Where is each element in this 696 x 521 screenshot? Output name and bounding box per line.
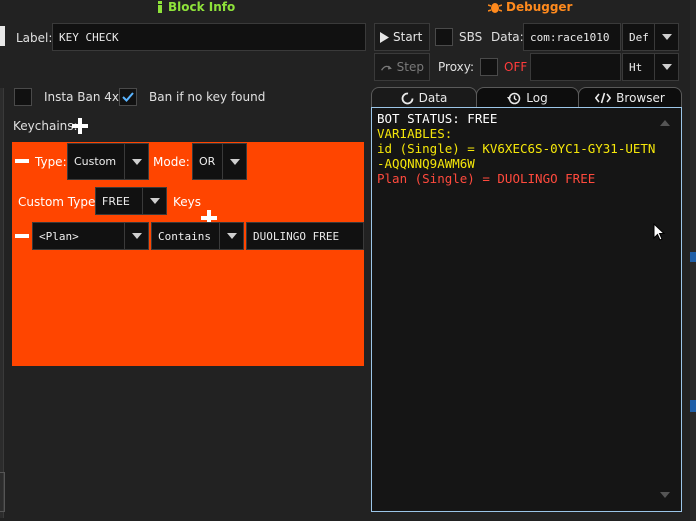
chevron-down-icon bbox=[124, 144, 148, 179]
type-select[interactable]: Custom bbox=[67, 143, 149, 180]
chevron-down-icon bbox=[654, 54, 678, 80]
tab-browser[interactable]: Browser bbox=[578, 87, 682, 108]
block-info-header: Block Info bbox=[156, 0, 235, 14]
bug-icon bbox=[488, 2, 502, 13]
mode-label: Mode: bbox=[153, 155, 190, 169]
data-input[interactable]: com:race1010 bbox=[523, 23, 621, 51]
proxy-type-select[interactable]: Ht bbox=[622, 53, 679, 81]
left-edge-frame bbox=[0, 88, 4, 518]
debugger-header: Debugger bbox=[488, 0, 572, 14]
left-scroll-box bbox=[0, 472, 5, 512]
type-value: Custom bbox=[74, 155, 117, 168]
proxy-checkbox[interactable] bbox=[480, 58, 498, 76]
custom-type-value: FREE bbox=[102, 194, 130, 208]
key-condition-select[interactable]: Contains bbox=[151, 222, 244, 250]
proxy-label: Proxy: bbox=[438, 60, 475, 74]
play-icon bbox=[380, 31, 389, 43]
insta-ban-checkbox[interactable] bbox=[14, 88, 32, 106]
chevron-down-icon bbox=[222, 144, 246, 179]
scroll-down-icon[interactable] bbox=[660, 492, 670, 498]
right-edge-marker bbox=[690, 252, 696, 262]
key-left-select[interactable]: <Plan> bbox=[32, 222, 149, 250]
label-input[interactable]: KEY CHECK bbox=[52, 23, 366, 51]
checkmark-icon bbox=[122, 92, 134, 102]
right-edge-marker-2 bbox=[690, 400, 696, 412]
custom-type-select[interactable]: FREE bbox=[95, 187, 167, 215]
mode-select[interactable]: OR bbox=[192, 143, 247, 180]
proxy-input[interactable] bbox=[530, 53, 621, 81]
data-label: Data: bbox=[491, 30, 524, 44]
chevron-down-icon bbox=[219, 223, 243, 249]
ban-no-key-label: Ban if no key found bbox=[149, 90, 266, 104]
step-icon bbox=[381, 65, 392, 71]
variable-plan-line: Plan (Single) = DUOLINGO FREE bbox=[377, 171, 596, 186]
info-icon bbox=[158, 1, 162, 13]
tab-data[interactable]: Data bbox=[371, 87, 477, 108]
mode-value: OR bbox=[199, 155, 216, 168]
chevron-down-icon bbox=[654, 24, 678, 50]
step-button[interactable]: Step bbox=[374, 53, 430, 81]
proxy-type-value: Ht bbox=[629, 60, 643, 74]
sbs-checkbox[interactable] bbox=[435, 28, 453, 46]
label-caption: Label: bbox=[16, 31, 53, 45]
key-condition-value: Contains bbox=[158, 229, 211, 243]
sbs-label: SBS bbox=[459, 30, 483, 44]
key-value-input[interactable]: DUOLINGO FREE bbox=[246, 222, 364, 250]
remove-key-icon[interactable] bbox=[15, 234, 29, 238]
mouse-cursor-icon bbox=[653, 223, 665, 241]
variable-id-line: id (Single) = KV6XEC6S-0YC1-GY31-UETN-AQ… bbox=[377, 141, 656, 171]
chevron-down-icon bbox=[142, 188, 166, 214]
code-icon bbox=[595, 92, 612, 104]
debugger-output[interactable]: BOT STATUS: FREE VARIABLES: id (Single) … bbox=[371, 107, 682, 512]
tab-browser-label: Browser bbox=[616, 91, 665, 105]
tab-log[interactable]: Log bbox=[476, 87, 579, 108]
type-label: Type: bbox=[35, 155, 67, 169]
keychain-block bbox=[12, 142, 364, 366]
debugger-tabs: Data Log Browser bbox=[371, 87, 682, 108]
scroll-up-icon[interactable] bbox=[660, 120, 670, 126]
insta-ban-label: Insta Ban 4xx bbox=[44, 90, 127, 104]
ban-no-key-checkbox[interactable] bbox=[119, 88, 137, 106]
add-keychain-icon[interactable] bbox=[72, 118, 88, 134]
proxy-state: OFF bbox=[504, 60, 528, 74]
keychains-caption: Keychains: bbox=[13, 119, 78, 133]
start-label: Start bbox=[393, 30, 423, 44]
data-type-select[interactable]: Def bbox=[622, 23, 679, 51]
key-left-value: <Plan> bbox=[39, 229, 79, 243]
data-type-value: Def bbox=[629, 30, 649, 44]
remove-keychain-icon[interactable] bbox=[15, 159, 29, 163]
debugger-title: Debugger bbox=[506, 0, 573, 14]
variables-heading: VARIABLES: bbox=[377, 126, 453, 141]
keys-label: Keys bbox=[173, 195, 202, 209]
tab-log-label: Log bbox=[526, 91, 548, 105]
side-tab-indicator bbox=[0, 26, 5, 46]
bot-status-line: BOT STATUS: FREE bbox=[377, 111, 498, 126]
custom-type-label: Custom Type: bbox=[18, 195, 100, 209]
step-label: Step bbox=[396, 60, 424, 74]
tab-data-label: Data bbox=[418, 91, 448, 105]
start-button[interactable]: Start bbox=[374, 23, 430, 51]
refresh-icon bbox=[401, 92, 414, 104]
history-icon bbox=[507, 92, 521, 104]
block-info-title: Block Info bbox=[168, 0, 236, 14]
chevron-down-icon bbox=[124, 223, 148, 249]
